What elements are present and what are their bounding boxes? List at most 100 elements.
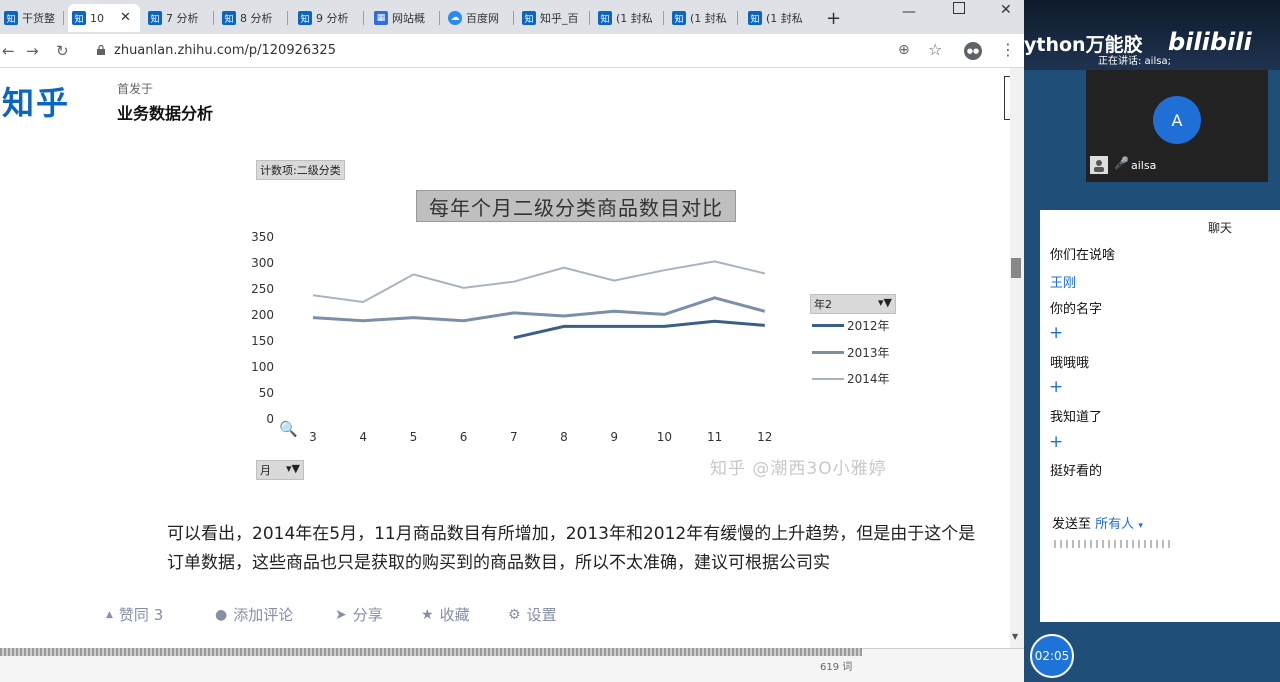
back-icon[interactable]: ← (2, 42, 15, 60)
cloud-favicon-icon: ☁ (448, 11, 462, 25)
y-tick-label: 100 (251, 360, 274, 374)
lock-icon[interactable] (96, 45, 106, 55)
plus-icon[interactable]: + (1049, 323, 1063, 343)
y-tick-label: 0 (266, 412, 274, 426)
y-tick-label: 250 (251, 282, 274, 296)
pivot-month-filter[interactable]: 月 ▾▼ (256, 460, 304, 480)
chevron-down-icon[interactable]: ▼ (1012, 632, 1018, 641)
x-tick-label: 7 (509, 430, 518, 444)
y-tick-label: 150 (251, 334, 274, 348)
comment-icon: ● (215, 606, 228, 623)
horizontal-scrollbar[interactable] (0, 648, 862, 656)
legend-swatch (812, 377, 844, 380)
series-line-2012年 (513, 319, 765, 340)
tab-label: (1 封私 (690, 12, 727, 25)
zoom-icon[interactable]: ⊕ (898, 42, 910, 58)
star-icon[interactable]: ☆ (928, 40, 942, 59)
chat-sender: 王刚 (1050, 276, 1077, 291)
zhihu-favicon-icon: 知 (4, 11, 18, 25)
send-to-label: 发送至 (1052, 517, 1092, 532)
favorite-button[interactable]: ★ 收藏 (421, 604, 470, 625)
x-tick-label: 10 (656, 430, 673, 444)
tab-label: (1 封私 (616, 12, 653, 25)
zhihu-favicon-icon: 知 (672, 11, 686, 25)
reload-icon[interactable]: ↻ (56, 42, 69, 60)
plus-icon[interactable]: + (1049, 377, 1063, 397)
filter-icon[interactable]: ▾▼ (878, 296, 892, 309)
menu-icon[interactable]: ⋮ (1000, 40, 1016, 59)
tab-label: 网站概 (392, 12, 425, 25)
chat-input[interactable] (1054, 540, 1174, 548)
settings-button[interactable]: ⚙ 设置 (508, 604, 557, 625)
series-line-2014年 (312, 260, 766, 304)
plus-icon[interactable]: + (1049, 432, 1063, 452)
forward-icon[interactable]: → (26, 42, 39, 60)
x-tick-label: 3 (309, 430, 317, 444)
tab-7[interactable]: 知 知乎_百 (518, 4, 590, 32)
action-bar: ▲ 赞同 3 ● 添加评论 ➤ 分享 ★ 收藏 ⚙ 设置 (0, 596, 1010, 630)
close-icon[interactable]: ✕ (120, 10, 131, 25)
chat-message: 挺好看的 (1050, 464, 1103, 479)
tab-label: 干货整 (22, 12, 55, 25)
address-bar: ← → ↻ zhuanlan.zhihu.com/p/120926325 ⊕ ☆… (0, 34, 1024, 68)
year-field-label: 年2 (814, 298, 832, 311)
new-tab-button[interactable]: + (826, 8, 841, 29)
tab-6[interactable]: ☁ 百度网 (444, 4, 514, 32)
send-to-selector[interactable]: 发送至 所有人 ▾ (1052, 513, 1143, 532)
vertical-scrollbar[interactable] (1010, 68, 1024, 648)
x-tick-label: 8 (560, 430, 568, 444)
filter-icon[interactable]: ▾▼ (286, 462, 300, 475)
tab-label: 百度网 (466, 12, 499, 25)
tab-9[interactable]: 知 (1 封私 (668, 4, 738, 32)
x-tick-label: 11 (706, 430, 723, 444)
url-field[interactable]: zhuanlan.zhihu.com/p/120926325 (114, 43, 336, 58)
person-icon (1090, 156, 1108, 174)
y-tick-label: 350 (251, 230, 274, 244)
tab-label: (1 封私 (766, 12, 803, 25)
upvote-button[interactable]: ▲ 赞同 3 (106, 604, 163, 625)
tab-4[interactable]: 知 9 分析 (294, 4, 364, 32)
legend-label: 2013年 (847, 346, 890, 360)
magnify-icon[interactable]: 🔍 (279, 420, 298, 438)
tab-0[interactable]: 知 干货整 (0, 4, 64, 32)
maximize-button[interactable] (953, 2, 965, 14)
chat-message: 哦哦哦 (1050, 356, 1090, 371)
zhihu-favicon-icon: 知 (222, 11, 236, 25)
tab-5[interactable]: ▦ 网站概 (370, 4, 440, 32)
x-tick-label: 5 (409, 430, 418, 444)
minimize-button[interactable]: — (902, 4, 916, 20)
pivot-year-filter[interactable]: 年2 ▾▼ (810, 294, 896, 314)
legend-2013: 2013年 (812, 344, 890, 361)
chart-favicon-icon: ▦ (374, 11, 388, 25)
close-window-button[interactable]: ✕ (1000, 2, 1012, 18)
chat-message: 你们在说啥 (1050, 248, 1116, 263)
tab-3[interactable]: 知 8 分析 (218, 4, 288, 32)
share-label: 分享 (352, 606, 383, 624)
scroll-thumb[interactable] (1011, 258, 1021, 278)
article-paragraph: 可以看出，2014年在5月，11月商品数目有所增加，2013年和2012年有缓慢… (167, 524, 976, 573)
x-tick-label: 12 (757, 430, 773, 444)
tab-8[interactable]: 知 (1 封私 (594, 4, 664, 32)
series-line-2013年 (312, 296, 766, 323)
favorite-label: 收藏 (439, 606, 470, 624)
y-tick-label: 200 (251, 308, 274, 322)
chevron-down-icon[interactable]: ▾ (1138, 521, 1143, 531)
microphone-icon[interactable]: 🎤 (1114, 156, 1129, 170)
month-field-label: 月 (260, 464, 271, 477)
meeting-timer[interactable]: 02:05 (1030, 634, 1074, 678)
zhihu-favicon-icon: 知 (298, 11, 312, 25)
comment-button[interactable]: ● 添加评论 (215, 604, 293, 625)
profile-icon[interactable]: ●● (964, 42, 982, 60)
tab-10[interactable]: 知 (1 封私 (744, 4, 814, 32)
bilibili-logo: bilibili (1168, 28, 1252, 56)
tab-label: 9 分析 (316, 12, 349, 25)
share-button[interactable]: ➤ 分享 (335, 604, 383, 625)
tab-2[interactable]: 知 7 分析 (144, 4, 214, 32)
legend-label: 2014年 (847, 372, 890, 386)
send-to-target[interactable]: 所有人 (1095, 517, 1134, 532)
tab-label: 8 分析 (240, 12, 273, 25)
word-count: 619 词 (820, 662, 853, 673)
zhihu-favicon-icon: 知 (522, 11, 536, 25)
zhihu-favicon-icon: 知 (598, 11, 612, 25)
x-tick-label: 4 (359, 430, 367, 444)
